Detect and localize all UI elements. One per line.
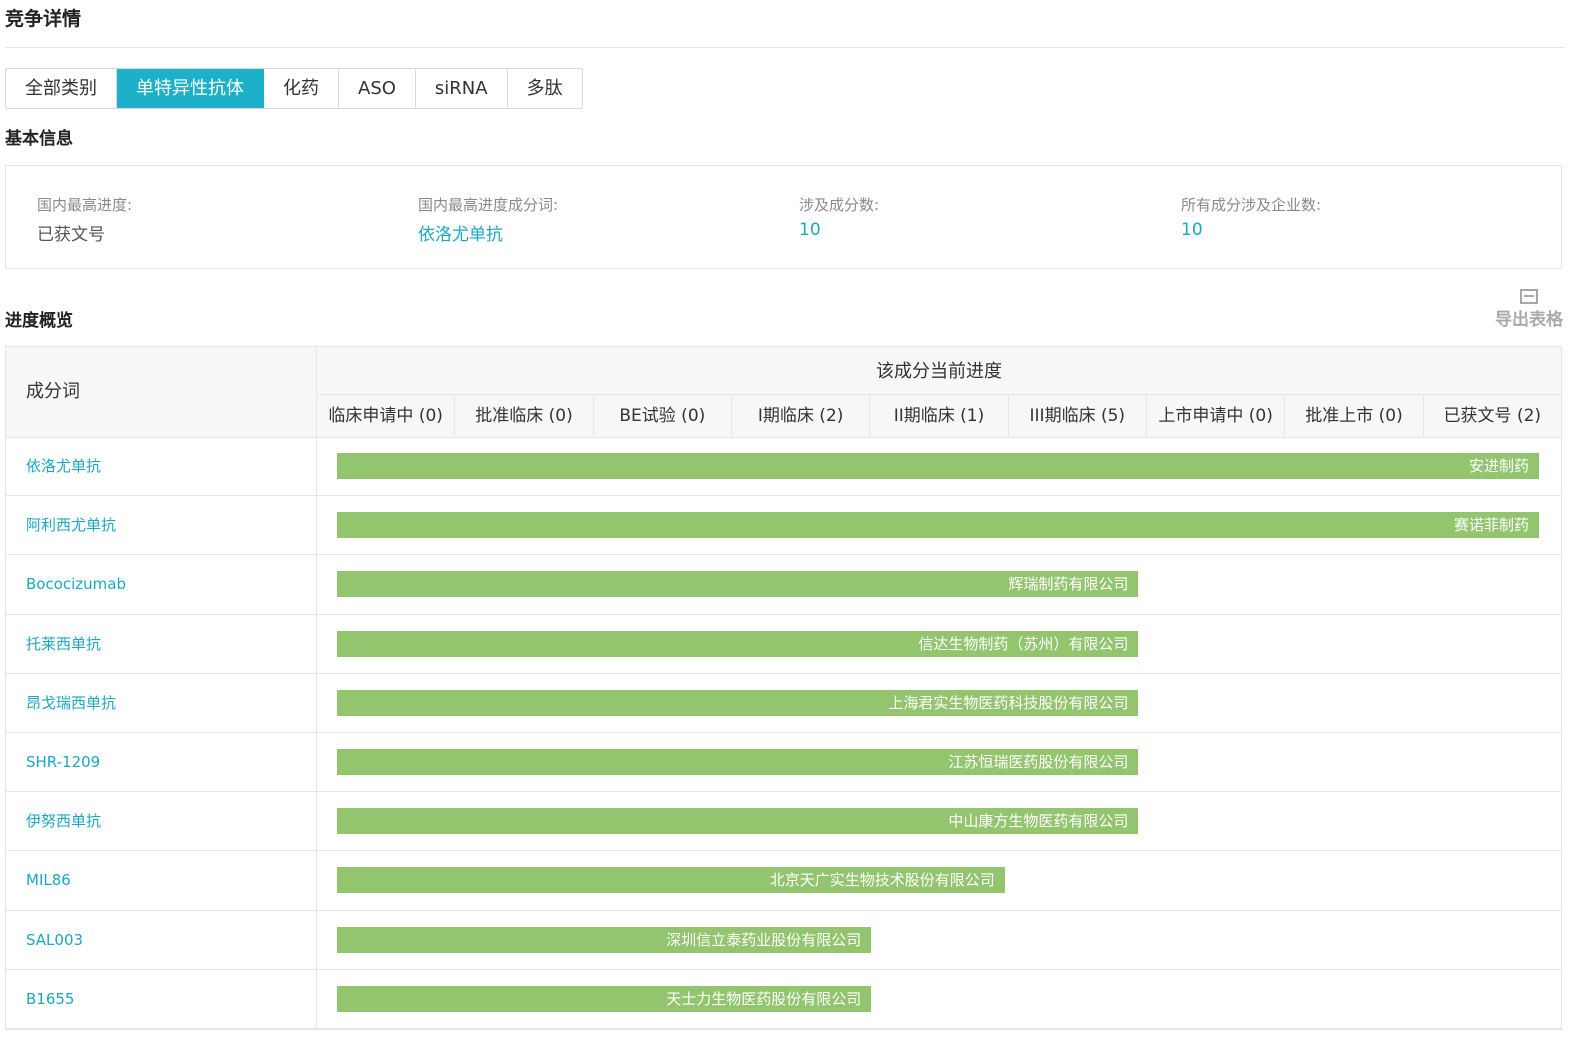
progress-bar: 上海君实生物医药科技股份有限公司: [337, 689, 1139, 716]
basic-info-title: 基本信息: [5, 129, 73, 149]
progress-group-header: 该成分当前进度: [317, 347, 1561, 395]
ingredient-link[interactable]: 依洛尤单抗: [6, 437, 317, 496]
progress-bar: 辉瑞制药有限公司: [337, 571, 1139, 598]
ingredient-link[interactable]: 伊努西单抗: [6, 792, 317, 851]
ingredient-link[interactable]: 昂戈瑞西单抗: [6, 673, 317, 732]
progress-bar: 天士力生物医药股份有限公司: [337, 985, 872, 1012]
progress-bar: 北京天广实生物技术股份有限公司: [337, 867, 1005, 894]
ingredient-link[interactable]: 阿利西尤单抗: [6, 496, 317, 555]
basic-info-panel: 国内最高进度: 已获文号 国内最高进度成分词: 依洛尤单抗 涉及成分数: 10 …: [5, 165, 1562, 269]
table-row: 依洛尤单抗 安进制药: [6, 437, 1561, 497]
progress-bar-track: 上海君实生物医药科技股份有限公司: [337, 689, 1539, 716]
table-row: 昂戈瑞西单抗 上海君实生物医药科技股份有限公司: [6, 673, 1561, 733]
table-row: 托莱西单抗 信达生物制药（苏州）有限公司: [6, 614, 1561, 674]
progress-overview-title: 进度概览: [5, 311, 73, 331]
ingredient-link[interactable]: MIL86: [6, 851, 317, 910]
table-row: Bococizumab 辉瑞制药有限公司: [6, 555, 1561, 615]
category-tabs: 全部类别 单特异性抗体 化药 ASO siRNA 多肽: [5, 68, 583, 109]
ingredient-link[interactable]: SAL003: [6, 910, 317, 969]
progress-bar-track: 安进制药: [337, 453, 1539, 479]
ingredient-link[interactable]: Bococizumab: [6, 555, 317, 614]
info-item-highest-progress: 国内最高进度: 已获文号: [37, 194, 132, 245]
table-body: 依洛尤单抗 安进制药 阿利西尤单抗 赛诺菲制药 Bococizumab 辉瑞制药有限公司托…: [6, 437, 1561, 1029]
stage-header: 批准上市 (0): [1285, 395, 1424, 437]
ingredient-link[interactable]: B1655: [6, 969, 317, 1028]
tab-3[interactable]: ASO: [339, 69, 416, 108]
progress-bar: 赛诺菲制药: [337, 512, 1539, 539]
stage-header: II期临床 (1): [870, 395, 1009, 437]
info-item-highest-ingredient: 国内最高进度成分词: 依洛尤单抗: [418, 194, 558, 245]
table-row: MIL86 北京天广实生物技术股份有限公司: [6, 851, 1561, 911]
progress-bar-track: 中山康方生物医药有限公司: [337, 808, 1539, 835]
progress-bar-track: 北京天广实生物技术股份有限公司: [337, 867, 1539, 894]
table-header: 成分词 该成分当前进度 临床申请中 (0) 批准临床 (0) BE试验 (0) I期临…: [6, 347, 1561, 438]
progress-bar-track: 赛诺菲制药: [337, 512, 1539, 539]
info-item-company-count: 所有成分涉及企业数: 10: [1181, 194, 1321, 240]
info-value-link[interactable]: 10: [1181, 220, 1321, 240]
stage-header: 临床申请中 (0): [317, 395, 456, 437]
export-label: 导出表格: [1495, 310, 1563, 330]
table-row: 阿利西尤单抗 赛诺菲制药: [6, 496, 1561, 556]
table-row: SAL003 深圳信立泰药业股份有限公司: [6, 910, 1561, 970]
progress-bar-track: 深圳信立泰药业股份有限公司: [337, 926, 1539, 953]
progress-bar-track: 江苏恒瑞医药股份有限公司: [337, 748, 1539, 775]
ingredient-column-header: 成分词: [6, 347, 317, 437]
ingredient-link[interactable]: SHR-1209: [6, 732, 317, 792]
table-row: 伊努西单抗 中山康方生物医药有限公司: [6, 792, 1561, 852]
progress-bar: 江苏恒瑞医药股份有限公司: [337, 748, 1139, 775]
stage-header-row: 临床申请中 (0) 批准临床 (0) BE试验 (0) I期临床 (2) II期临床 (…: [317, 395, 1561, 437]
info-label: 涉及成分数:: [799, 196, 880, 214]
stage-header: 批准临床 (0): [455, 395, 594, 437]
info-value: 已获文号: [37, 225, 105, 245]
progress-bar-track: 天士力生物医药股份有限公司: [337, 985, 1539, 1012]
tab-5[interactable]: 多肽: [508, 69, 582, 108]
info-label: 国内最高进度成分词:: [418, 196, 559, 214]
info-value-link[interactable]: 10: [799, 220, 879, 240]
info-label: 国内最高进度:: [37, 196, 133, 214]
progress-bar: 信达生物制药（苏州）有限公司: [337, 630, 1139, 657]
export-table-button[interactable]: 导出表格: [1495, 289, 1563, 330]
tab-0[interactable]: 全部类别: [6, 69, 117, 108]
progress-bar-track: 信达生物制药（苏州）有限公司: [337, 630, 1539, 657]
ingredient-link[interactable]: 托莱西单抗: [6, 614, 317, 673]
stage-header: 上市申请中 (0): [1147, 395, 1286, 437]
stage-header: I期临床 (2): [732, 395, 871, 437]
stage-header: 已获文号 (2): [1443, 406, 1542, 426]
table-row: B1655 天士力生物医药股份有限公司: [6, 969, 1561, 1029]
table-row: SHR-1209 江苏恒瑞医药股份有限公司: [6, 732, 1561, 793]
title-divider: [5, 47, 1565, 48]
info-label: 所有成分涉及企业数:: [1181, 196, 1322, 214]
tab-1[interactable]: 单特异性抗体: [117, 69, 264, 108]
tab-2[interactable]: 化药: [264, 69, 339, 108]
progress-table: 成分词 该成分当前进度 临床申请中 (0) 批准临床 (0) BE试验 (0) I期临…: [5, 346, 1562, 1030]
stage-header: BE试验 (0): [594, 395, 732, 437]
progress-bar: 安进制药: [337, 453, 1539, 479]
progress-bar: 深圳信立泰药业股份有限公司: [337, 926, 872, 953]
progress-bar-track: 辉瑞制药有限公司: [337, 571, 1539, 598]
info-item-ingredient-count: 涉及成分数: 10: [799, 194, 879, 240]
table-icon: [1520, 289, 1538, 304]
info-value-link[interactable]: 依洛尤单抗: [418, 220, 558, 245]
progress-bar: 中山康方生物医药有限公司: [337, 808, 1139, 835]
tab-4[interactable]: siRNA: [416, 69, 508, 108]
page-title: 竞争详情: [5, 8, 82, 30]
stage-header: III期临床 (5): [1009, 395, 1147, 437]
